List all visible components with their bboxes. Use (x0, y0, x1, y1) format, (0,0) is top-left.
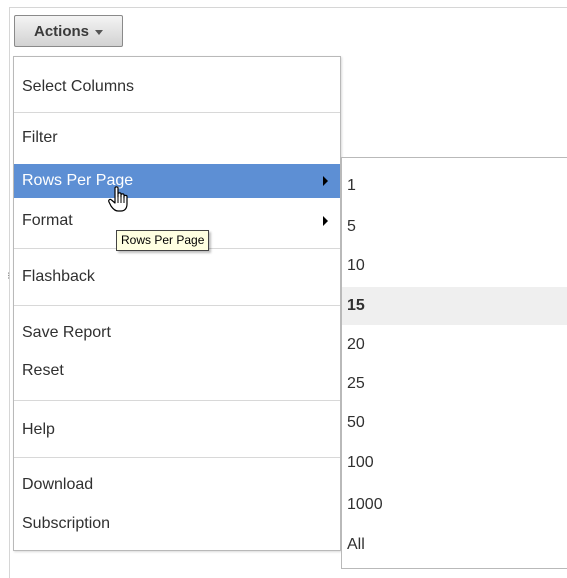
rows-option-label: 1 (347, 177, 356, 194)
menu-item-label: Select Columns (22, 78, 135, 95)
rows-option-label: 10 (347, 257, 365, 274)
rows-option-25[interactable]: 25 (342, 365, 567, 403)
menu-item-help[interactable]: Help (14, 413, 340, 447)
rows-option-50[interactable]: 50 (342, 404, 567, 442)
menu-item-label: Reset (22, 362, 64, 379)
menu-item-save-report[interactable]: Save Report (14, 316, 340, 350)
edge-divider: ⁝ (7, 271, 11, 282)
rows-option-1[interactable]: 1 (342, 167, 567, 205)
menu-item-subscription[interactable]: Subscription (14, 507, 340, 541)
menu-item-label: Download (22, 476, 94, 493)
rows-option-20[interactable]: 20 (342, 326, 567, 364)
menu-separator (14, 112, 340, 113)
rows-option-all[interactable]: All (342, 526, 567, 564)
rows-option-1000[interactable]: 1000 (342, 486, 567, 524)
actions-menu: Select Columns Filter Rows Per Page Form… (13, 56, 341, 551)
submenu-arrow-icon (323, 216, 328, 226)
submenu-arrow-icon (323, 176, 328, 186)
actions-button[interactable]: Actions (14, 15, 123, 47)
rows-option-100[interactable]: 100 (342, 444, 567, 482)
rows-option-label: 1000 (347, 496, 383, 513)
menu-item-label: Help (22, 421, 55, 438)
rows-per-page-submenu: 1 5 10 15 20 25 50 100 1000 All (341, 157, 567, 569)
menu-item-label: Save Report (22, 324, 111, 341)
rows-option-15[interactable]: 15 (342, 287, 567, 325)
menu-item-reset[interactable]: Reset (14, 354, 340, 388)
chevron-down-icon (95, 29, 103, 35)
menu-separator (14, 457, 340, 458)
menu-item-label: Flashback (22, 268, 95, 285)
rows-option-label: All (347, 536, 365, 553)
menu-item-label: Format (22, 212, 73, 229)
tooltip: Rows Per Page (116, 230, 210, 251)
menu-item-download[interactable]: Download (14, 468, 340, 502)
rows-option-label: 25 (347, 375, 365, 392)
rows-option-label: 5 (347, 218, 356, 235)
rows-option-5[interactable]: 5 (342, 208, 567, 246)
actions-button-label: Actions (33, 22, 89, 40)
rows-option-10[interactable]: 10 (342, 247, 567, 285)
menu-item-label: Subscription (22, 515, 111, 532)
menu-item-select-columns[interactable]: Select Columns (14, 70, 340, 104)
menu-separator (14, 305, 340, 306)
rows-option-label: 100 (347, 454, 374, 471)
rows-option-label: 15 (347, 297, 365, 314)
menu-separator (14, 400, 340, 401)
menu-item-flashback[interactable]: Flashback (14, 260, 340, 294)
menu-item-filter[interactable]: Filter (14, 121, 340, 155)
rows-option-label: 50 (347, 414, 365, 431)
hand-pointer-cursor-icon (108, 186, 128, 212)
rows-option-label: 20 (347, 336, 365, 353)
menu-item-rows-per-page[interactable]: Rows Per Page (14, 164, 340, 198)
menu-item-label: Filter (22, 129, 58, 146)
